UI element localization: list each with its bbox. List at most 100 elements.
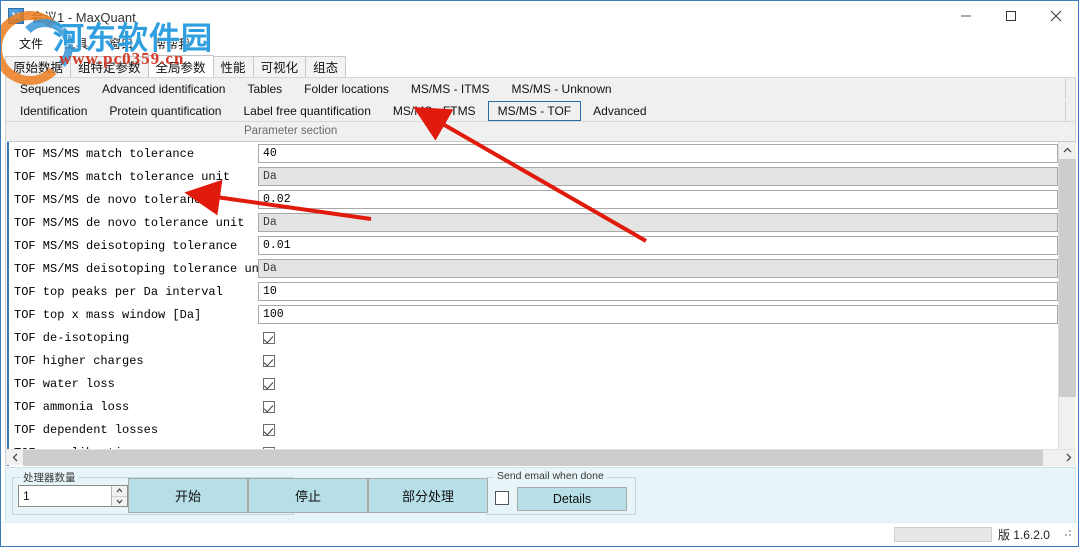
parameter-row: TOF MS/MS deisotoping tolerance 0.01	[9, 234, 1058, 257]
outer-tab-strip: 原始数据 组特定参数 全局参数 性能 可视化 组态	[5, 55, 1076, 78]
menu-item-help[interactable]: 帮帮我	[144, 32, 201, 55]
grid-scroll-thumb[interactable]	[1059, 159, 1076, 397]
parameter-row: TOF MS/MS de novo tolerance unit Da	[9, 211, 1058, 234]
parameter-input[interactable]: 10	[258, 282, 1058, 301]
menu-bar: 文件 工具 窗口 帮帮我	[1, 31, 1078, 55]
parameter-row: TOF MS/MS de novo tolerance 0.02	[9, 188, 1058, 211]
grid-vertical-scrollbar[interactable]	[1058, 142, 1076, 466]
parameter-unit-field[interactable]: Da	[258, 259, 1058, 278]
parameter-label: TOF higher charges	[9, 349, 258, 372]
parameter-row: TOF top peaks per Da interval 10	[9, 280, 1058, 303]
parameter-label: TOF dependent losses	[9, 418, 258, 441]
partial-processing-button[interactable]: 部分处理	[368, 478, 488, 513]
parameter-input[interactable]: 40	[258, 144, 1058, 163]
parameter-label: TOF top x mass window [Da]	[9, 303, 258, 326]
parameter-value-cell: 100	[258, 303, 1058, 326]
inner-tab-msms-ftms[interactable]: MS/MS - FTMS	[383, 101, 486, 121]
parameter-value-cell	[258, 372, 1058, 395]
parameter-row: TOF MS/MS match tolerance unit Da	[9, 165, 1058, 188]
inner-tab-msms-tof[interactable]: MS/MS - TOF	[487, 100, 582, 121]
parameter-checkbox[interactable]	[263, 354, 275, 367]
parameter-row: TOF ammonia loss	[9, 395, 1058, 418]
stop-button[interactable]: 停止	[248, 478, 368, 513]
parameter-unit-field[interactable]: Da	[258, 167, 1058, 186]
close-button[interactable]	[1033, 1, 1078, 31]
inner-tab-advanced-identification[interactable]: Advanced identification	[92, 79, 235, 99]
threads-input[interactable]: 1	[19, 486, 111, 506]
inner-tab-identification[interactable]: Identification	[10, 101, 97, 121]
parameter-value-cell: Da	[258, 211, 1058, 234]
inner-tab-protein-quantification[interactable]: Protein quantification	[99, 101, 231, 121]
parameter-row: TOF top x mass window [Da] 100	[9, 303, 1058, 326]
inner-tab-advanced[interactable]: Advanced	[583, 101, 656, 121]
parameter-label: TOF water loss	[9, 372, 258, 395]
outer-tab-visualization[interactable]: 可视化	[252, 56, 307, 77]
threads-stepper[interactable]: 1	[18, 485, 128, 507]
parameter-input[interactable]: 0.01	[258, 236, 1058, 255]
parameter-value-cell	[258, 418, 1058, 441]
menu-item-file[interactable]: 文件	[9, 32, 54, 55]
outer-tab-global-params[interactable]: 全局参数	[147, 55, 214, 77]
parameter-label: TOF MS/MS de novo tolerance unit	[9, 211, 258, 234]
inner-tab-tables[interactable]: Tables	[237, 79, 292, 99]
threads-spin-buttons[interactable]	[111, 486, 127, 506]
parameter-unit-field[interactable]: Da	[258, 213, 1058, 232]
parameter-checkbox[interactable]	[263, 423, 275, 436]
start-button[interactable]: 开始	[128, 478, 248, 513]
parameter-label: TOF MS/MS match tolerance	[9, 142, 258, 165]
parameter-value-cell: Da	[258, 165, 1058, 188]
maxquant-icon: M	[8, 8, 24, 24]
parameter-value-cell: 0.01	[258, 234, 1058, 257]
global-parameters-panel: Sequences Advanced identification Tables…	[5, 78, 1076, 466]
inner-tab-folder-locations[interactable]: Folder locations	[294, 79, 399, 99]
outer-tab-raw-data[interactable]: 原始数据	[5, 56, 72, 77]
outer-tab-group-params[interactable]: 组特定参数	[70, 56, 149, 77]
parameter-checkbox[interactable]	[263, 331, 275, 344]
parameter-input[interactable]: 0.02	[258, 190, 1058, 209]
parameter-label: TOF MS/MS deisotoping tolerance	[9, 234, 258, 257]
threads-group-label: 处理器数量	[20, 470, 79, 485]
hscroll-thumb[interactable]	[23, 449, 1043, 466]
status-bar: 版 1.6.2.0	[2, 522, 1077, 545]
spin-up-icon[interactable]	[112, 486, 127, 497]
parameter-section-header: Parameter section	[6, 122, 1075, 140]
parameter-row: TOF MS/MS deisotoping tolerance unit Da	[9, 257, 1058, 280]
inner-tab-sequences[interactable]: Sequences	[10, 79, 90, 99]
maximize-button[interactable]	[988, 1, 1033, 31]
outer-tab-performance[interactable]: 性能	[212, 56, 254, 77]
inner-tab-msms-unknown[interactable]: MS/MS - Unknown	[502, 79, 622, 99]
parameter-grid: TOF MS/MS match tolerance 40 TOF MS/MS mat…	[7, 141, 1076, 466]
send-email-checkbox[interactable]	[495, 491, 509, 505]
parameter-checkbox[interactable]	[263, 377, 275, 390]
scroll-right-icon[interactable]	[1060, 450, 1076, 466]
parameter-row: TOF water loss	[9, 372, 1058, 395]
title-bar: M 会议1 - MaxQuant	[1, 1, 1078, 31]
parameter-grid-rows: TOF MS/MS match tolerance 40 TOF MS/MS mat…	[9, 142, 1058, 464]
parameter-value-cell: 40	[258, 142, 1058, 165]
minimize-button[interactable]	[943, 1, 988, 31]
inner-tab-strip-row1: Sequences Advanced identification Tables…	[6, 78, 1075, 100]
parameter-value-cell	[258, 395, 1058, 418]
menu-item-tools[interactable]: 工具	[54, 32, 99, 55]
parameter-input[interactable]: 100	[258, 305, 1058, 324]
progress-bar	[893, 526, 992, 542]
scroll-up-icon[interactable]	[1059, 142, 1076, 159]
menu-item-window[interactable]: 窗口	[99, 32, 144, 55]
version-label: 版 1.6.2.0	[997, 527, 1050, 542]
resize-grip-icon[interactable]	[1062, 528, 1074, 540]
inner-tab-msms-itms[interactable]: MS/MS - ITMS	[401, 79, 500, 99]
parameter-label: TOF MS/MS de novo tolerance	[9, 188, 258, 211]
outer-tab-configuration[interactable]: 组态	[305, 56, 347, 77]
inner-tab-label-free-quantification[interactable]: Label free quantification	[233, 101, 380, 121]
inner-tab-row1-edge	[1065, 79, 1075, 99]
send-email-group-label: Send email when done	[494, 470, 607, 482]
grid-horizontal-scrollbar[interactable]	[7, 449, 1076, 466]
scroll-left-icon[interactable]	[7, 450, 23, 466]
details-button[interactable]: Details	[517, 487, 627, 511]
parameter-row: TOF higher charges	[9, 349, 1058, 372]
parameter-value-cell: Da	[258, 257, 1058, 280]
parameter-checkbox[interactable]	[263, 400, 275, 413]
hscroll-track[interactable]	[23, 449, 1060, 466]
spin-down-icon[interactable]	[112, 497, 127, 507]
window-title: 会议1 - MaxQuant	[31, 9, 136, 25]
